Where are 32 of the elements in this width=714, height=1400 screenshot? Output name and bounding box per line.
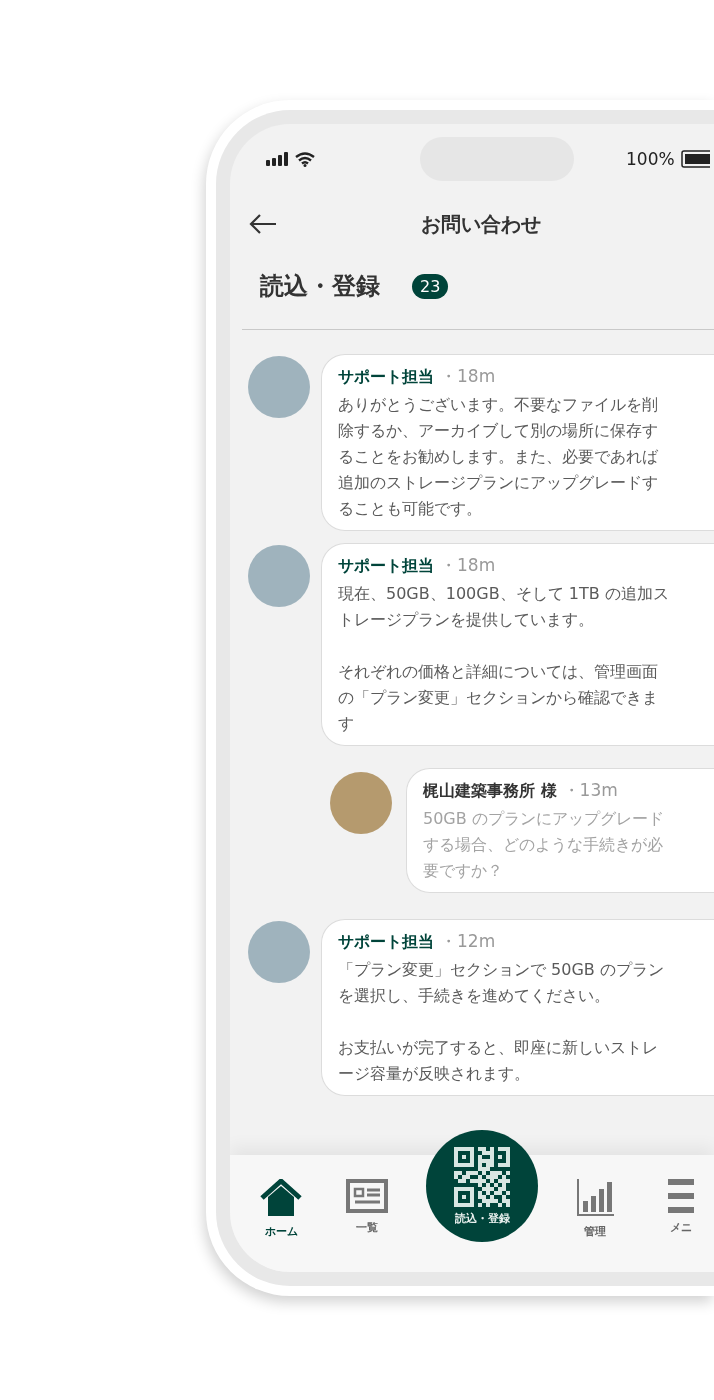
message-text: 「プラン変更」セクションで 50GB のプランを選択し、手続きを進めてください。 [338, 959, 665, 1007]
nav-tab[interactable]: ホーム [260, 1179, 302, 1239]
signal-icon [266, 152, 290, 166]
screen-title: お問い合わせ [421, 210, 541, 238]
qr-code-icon [454, 1146, 510, 1207]
list-card-icon [346, 1179, 388, 1213]
message-text: 現在、50GB、100GB、そして 1TB の追加ストレージプランを提供しています。 [338, 583, 670, 631]
battery-percent: 100% [626, 149, 675, 169]
message-time: ・18m [440, 554, 496, 577]
back-arrow-icon[interactable] [249, 213, 277, 235]
message-text: ありがとうございます。不要なファイルを削除するか、アーカイブして別の場所に保存することをお勧めします。また、必要であれば追加のストレージプランにアップグレードすることも可能です。 [338, 394, 659, 520]
message-text: 50GB のプランにアップグレードする場合、どのような手続きが必要ですか？ [423, 808, 665, 882]
count-badge: 23 [412, 273, 449, 299]
menu-icon [668, 1179, 694, 1213]
nav-tab[interactable]: 読込・登録 [426, 1130, 538, 1242]
wifi-icon [295, 151, 315, 167]
battery-icon [680, 150, 710, 168]
message-time: ・12m [440, 930, 496, 953]
message-time: ・13m [562, 779, 618, 802]
message-text: それぞれの価格と詳細については、管理画面の「プラン変更」セクションから確認できます [338, 661, 659, 735]
section-title: 読込・登録 [260, 271, 380, 302]
message-text: お支払いが完了すると、即座に新しいストレージ容量が反映されます。 [338, 1037, 659, 1085]
nav-tab[interactable]: 一覧 [346, 1179, 388, 1235]
bar-chart-icon [576, 1179, 614, 1217]
sender-name: サポート担当 [338, 367, 434, 388]
nav-tab[interactable]: 管理 [576, 1179, 614, 1239]
sender-name: サポート担当 [338, 556, 434, 577]
sender-name: サポート担当 [338, 932, 434, 953]
nav-tab[interactable]: メニ [668, 1179, 694, 1235]
home-icon [260, 1179, 302, 1217]
message-time: ・18m [440, 365, 496, 388]
sender-name: 梶山建築事務所 様 [423, 781, 557, 802]
